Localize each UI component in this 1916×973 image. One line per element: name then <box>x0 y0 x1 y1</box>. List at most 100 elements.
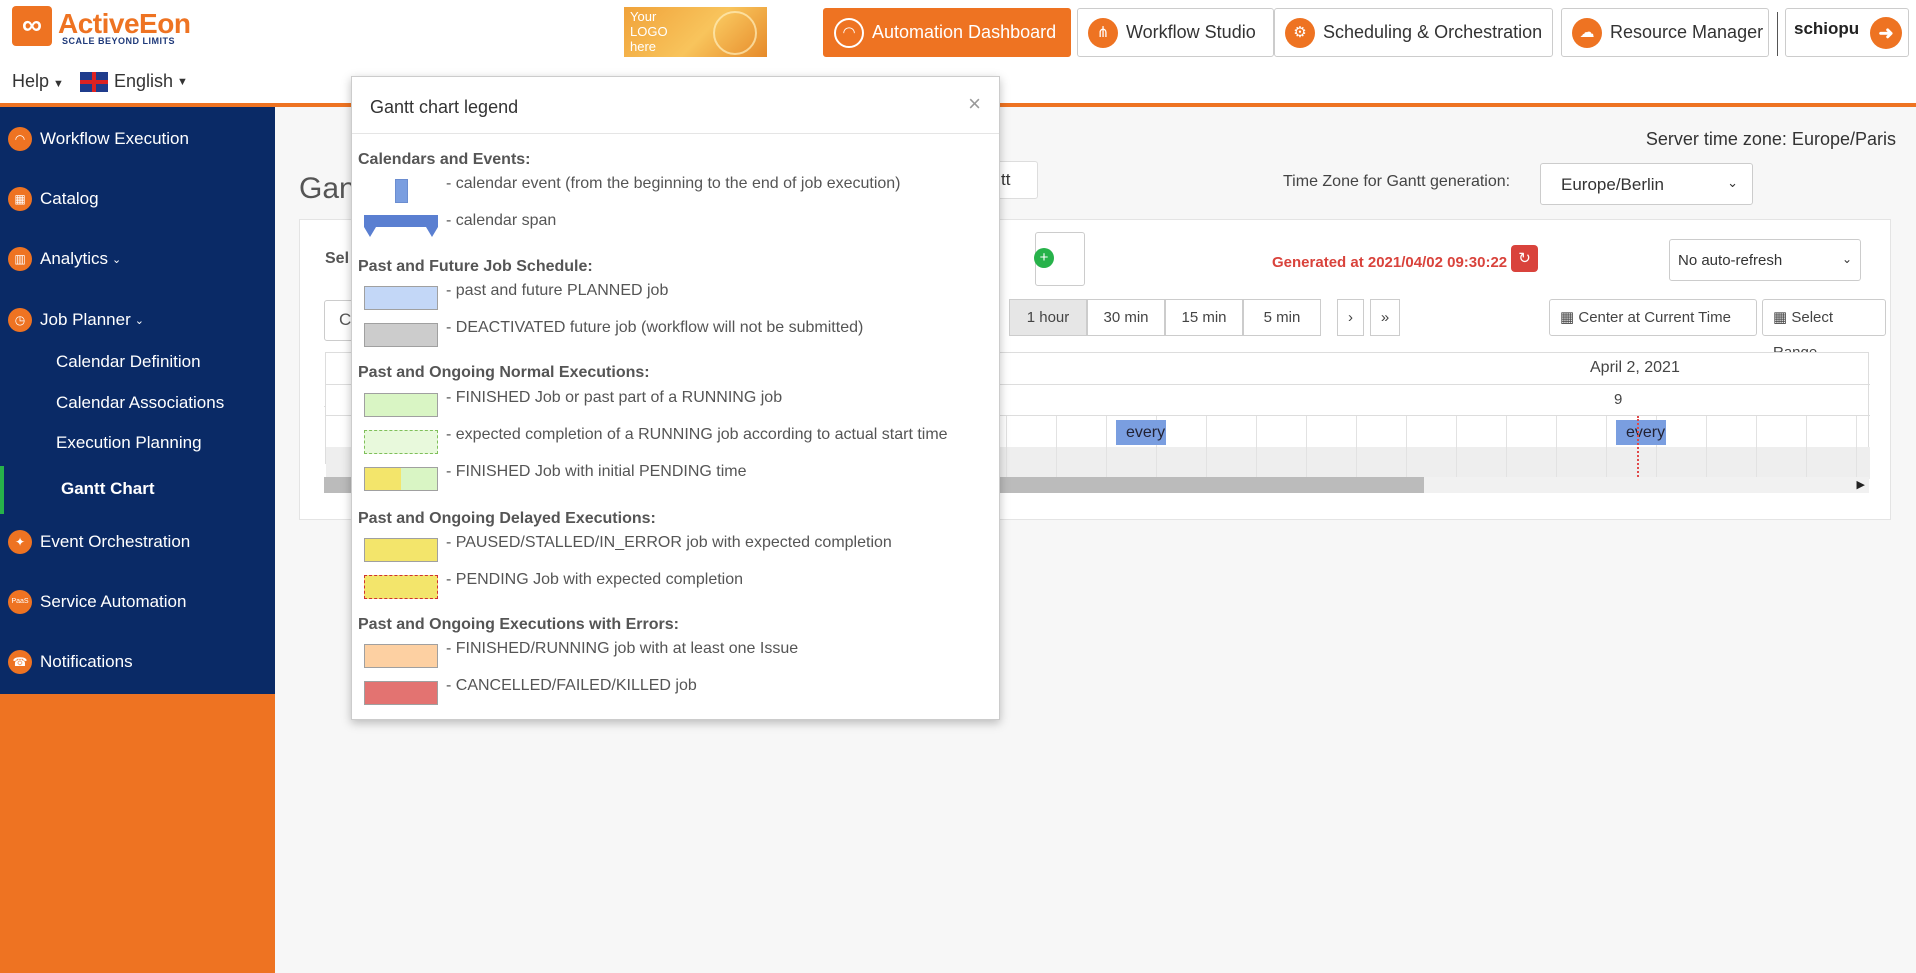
gantt-hour-header: 9 <box>1614 391 1623 408</box>
legend-section-title: Calendars and Events: <box>358 151 531 168</box>
swatch-finished <box>364 393 438 417</box>
gears-icon: ⚙ <box>1285 17 1315 48</box>
gantt-calendar-event[interactable]: every <box>1116 420 1166 445</box>
plus-circle-icon: + <box>1034 248 1054 268</box>
portal-label: Automation Dashboard <box>872 22 1057 42</box>
legend-item: - FINISHED/RUNNING job with at least one… <box>446 640 799 657</box>
event-icon: ✦ <box>8 530 32 554</box>
sidebar-item-event-orchestration[interactable]: ✦ Event Orchestration <box>0 522 275 562</box>
legend-item: - PENDING Job with expected completion <box>446 571 744 588</box>
sidebar-subitem-calendar-definition[interactable]: Calendar Definition <box>56 352 201 372</box>
last-double-chevron-icon[interactable]: » <box>1370 299 1400 336</box>
sidebar-item-label: Service Automation <box>40 592 187 611</box>
header-separator <box>1777 12 1778 56</box>
swatch-failed <box>364 681 438 705</box>
legend-item: - calendar event (from the beginning to … <box>446 175 901 192</box>
swatch-pending <box>364 575 438 599</box>
add-button[interactable]: + <box>1034 232 1085 286</box>
language-label: English <box>114 71 174 91</box>
close-icon[interactable]: × <box>968 91 981 117</box>
gantt-grid-line <box>1856 416 1857 480</box>
swatch-calendar-span <box>364 215 438 237</box>
sidebar-item-catalog[interactable]: ▦ Catalog <box>0 179 275 219</box>
sidebar-item-workflow-execution[interactable]: ◠ Workflow Execution <box>0 119 275 159</box>
portal-label: Scheduling & Orchestration <box>1323 22 1543 42</box>
portal-scheduling-button[interactable]: ⚙ Scheduling & Orchestration <box>1274 8 1553 57</box>
sidebar-item-analytics[interactable]: ▥ Analytics ⌄ <box>0 239 275 279</box>
timezone-select[interactable]: Europe/Berlin ⌄ <box>1540 163 1753 205</box>
sidebar-item-label: Job Planner <box>40 310 131 329</box>
language-dropdown[interactable]: English ▼ <box>80 71 188 92</box>
gantt-grid-line <box>1206 416 1207 480</box>
legend-section-title: Past and Ongoing Normal Executions: <box>358 364 650 381</box>
generated-timestamp: Generated at 2021/04/02 09:30:22 <box>1272 254 1508 271</box>
swatch-expected-completion <box>364 430 438 454</box>
portal-label: Resource Manager <box>1610 22 1764 42</box>
gantt-grid-line <box>1456 416 1457 480</box>
sidebar-subitem-gantt-chart[interactable]: Gantt Chart <box>0 466 275 514</box>
swatch-deactivated <box>364 323 438 347</box>
refresh-button[interactable]: ↻ <box>1511 245 1538 272</box>
chevron-down-icon: ⌄ <box>1841 252 1852 266</box>
gauge-icon: ◠ <box>8 127 32 151</box>
sidebar-item-service-automation[interactable]: PaaS Service Automation <box>0 582 275 622</box>
sidebar-item-notifications[interactable]: ☎ Notifications <box>0 642 275 682</box>
gantt-grid-line <box>1006 416 1007 480</box>
zoom-1-hour-button[interactable]: 1 hour <box>1009 299 1087 336</box>
catalog-icon: ▦ <box>8 187 32 211</box>
scroll-right-arrow-icon[interactable]: ▶ <box>1857 477 1865 493</box>
user-menu-button[interactable]: schiopu ➜ <box>1785 8 1909 57</box>
gantt-grid-line <box>1706 416 1707 480</box>
gantt-calendar-event[interactable]: every <box>1616 420 1666 445</box>
page-title: Gan <box>299 172 356 205</box>
face-illustration-icon <box>713 11 757 55</box>
legend-section-title: Past and Ongoing Delayed Executions: <box>358 510 656 527</box>
legend-item: - FINISHED Job or past part of a RUNNING… <box>446 389 783 406</box>
swatch-planned <box>364 286 438 310</box>
gauge-icon: ◠ <box>834 17 864 48</box>
workflow-icon: ⋔ <box>1088 17 1118 48</box>
center-at-current-time-button[interactable]: ▦ Center at Current Time <box>1549 299 1757 336</box>
select-label: Sel <box>325 250 350 267</box>
legend-item: - CANCELLED/FAILED/KILLED job <box>446 677 697 694</box>
next-chevron-icon[interactable]: › <box>1337 299 1364 336</box>
cloud-icon: ☁ <box>1572 17 1602 48</box>
current-time-marker <box>1637 416 1639 480</box>
activeeon-logo[interactable]: ∞ ActiveEon SCALE BEYOND LIMITS <box>12 6 192 48</box>
auto-refresh-select[interactable]: No auto-refresh ⌄ <box>1669 239 1861 281</box>
username: schiopu <box>1794 19 1860 38</box>
portal-workflow-studio-button[interactable]: ⋔ Workflow Studio <box>1077 8 1274 57</box>
zoom-15-min-button[interactable]: 15 min <box>1165 299 1243 336</box>
filter-input[interactable]: C <box>324 300 354 341</box>
legend-section-title: Past and Future Job Schedule: <box>358 258 593 275</box>
gantt-grid-line <box>1506 416 1507 480</box>
caret-down-icon: ▼ <box>177 75 188 88</box>
server-timezone: Server time zone: Europe/Paris <box>1645 129 1896 149</box>
zoom-5-min-button[interactable]: 5 min <box>1243 299 1321 336</box>
logo-tagline: SCALE BEYOND LIMITS <box>62 36 176 46</box>
sidebar-item-job-planner[interactable]: ◷ Job Planner ⌄ <box>0 300 275 340</box>
sidebar-subitem-execution-planning[interactable]: Execution Planning <box>56 433 202 453</box>
portal-resource-manager-button[interactable]: ☁ Resource Manager <box>1561 8 1769 57</box>
page: { "header": { "logo_name": "ActiveEon", … <box>0 0 1916 973</box>
modal-header: Gantt chart legend × <box>352 77 999 134</box>
help-dropdown[interactable]: Help ▼ <box>12 71 64 92</box>
chevron-down-icon: ⌄ <box>1727 175 1738 190</box>
zoom-30-min-button[interactable]: 30 min <box>1087 299 1165 336</box>
gantt-grid-line <box>1306 416 1307 480</box>
logout-icon[interactable]: ➜ <box>1870 17 1902 49</box>
refresh-icon: ↻ <box>1518 250 1531 267</box>
portal-automation-dashboard-button[interactable]: ◠ Automation Dashboard <box>823 8 1071 57</box>
gantt-grid-line <box>1106 416 1107 480</box>
sidebar-subitem-calendar-associations[interactable]: Calendar Associations <box>56 393 224 413</box>
gantt-legend-modal: Gantt chart legend × Calendars and Event… <box>351 76 1000 720</box>
gantt-grid-line <box>1806 416 1807 480</box>
caret-down-icon: ▼ <box>53 78 64 90</box>
notifications-icon: ☎ <box>8 650 32 674</box>
select-range-button[interactable]: ▦ Select Range <box>1762 299 1886 361</box>
gantt-grid-line <box>1356 416 1357 480</box>
help-label: Help <box>12 71 50 91</box>
analytics-icon: ▥ <box>8 247 32 271</box>
calendar-icon: ▦ <box>1560 309 1575 326</box>
calendar-icon: ▦ <box>1773 309 1788 326</box>
